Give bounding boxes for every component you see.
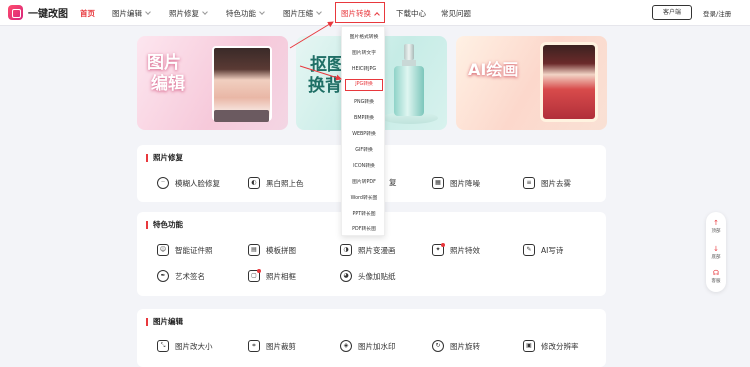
annotation-arrows [289, 21, 342, 81]
arrow-to-jpg-item [299, 65, 342, 81]
arrow-to-convert-menu [289, 21, 334, 49]
